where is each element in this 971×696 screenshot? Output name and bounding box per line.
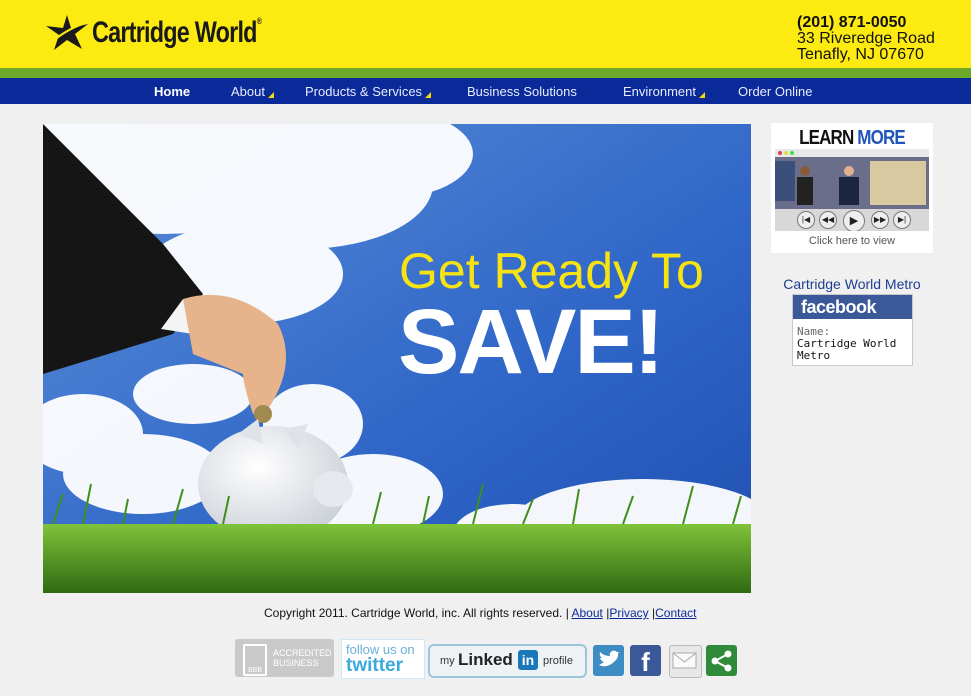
learn-more-caption[interactable]: Click here to view xyxy=(771,235,933,247)
play-icon[interactable]: ▶ xyxy=(843,210,865,231)
bbb-logo-icon: BBB xyxy=(243,644,267,676)
learn-more-title: LEARN MORE xyxy=(799,127,906,149)
bbb-accredited-badge[interactable]: BBB ACCREDITED BUSINESS xyxy=(235,639,334,677)
nav-item-home[interactable]: Home xyxy=(154,84,190,99)
fast-forward-icon[interactable]: ▶▶ xyxy=(871,211,889,229)
phone-number: (201) 871-0050 xyxy=(797,14,907,31)
footer-link-contact[interactable]: Contact xyxy=(655,606,696,620)
skip-forward-icon[interactable]: ▶| xyxy=(893,211,911,229)
facebook-name-line2: Metro xyxy=(797,349,831,362)
nav-item-business-solutions[interactable]: Business Solutions xyxy=(467,84,577,99)
address-line1: 33 Riveredge Road xyxy=(797,30,935,47)
address-line2: Tenafly, NJ 07670 xyxy=(797,46,924,63)
learn-more-widget[interactable]: LEARN MORE |◀ ◀◀ ▶ ▶▶ ▶| Click here to v… xyxy=(771,123,933,253)
star-logo-icon xyxy=(46,15,89,50)
footer-link-about[interactable]: About xyxy=(571,606,602,620)
site-header: Cartridge World® (201) 871-0050 33 River… xyxy=(0,0,971,68)
linkedin-logo-text: Linked xyxy=(458,650,513,669)
twitter-follow-badge[interactable]: follow us on twitter xyxy=(341,639,425,679)
footer-copyright: Copyright 2011. Cartridge World, inc. Al… xyxy=(264,606,696,620)
green-divider xyxy=(0,68,971,78)
linkedin-profile-text: profile xyxy=(543,655,573,667)
rewind-icon[interactable]: ◀◀ xyxy=(819,211,837,229)
copyright-text: Copyright 2011. Cartridge World, inc. Al… xyxy=(264,606,569,620)
main-nav: Home About Products & Services Business … xyxy=(0,78,971,104)
nav-item-environment[interactable]: Environment xyxy=(623,84,705,99)
twitter-bird-icon[interactable] xyxy=(593,645,624,676)
share-icon[interactable] xyxy=(706,645,737,676)
twitter-logo-text: twitter xyxy=(346,655,403,676)
hero-save-text: SAVE! xyxy=(398,291,664,393)
nav-item-order-online[interactable]: Order Online xyxy=(738,84,812,99)
dropdown-arrow-icon xyxy=(698,92,705,98)
grass xyxy=(43,524,751,593)
cartridge-world-logo[interactable]: Cartridge World® xyxy=(44,14,309,52)
facebook-icon[interactable]: f xyxy=(630,645,661,677)
bbb-text: ACCREDITED BUSINESS xyxy=(273,648,332,668)
dropdown-arrow-icon xyxy=(267,92,274,98)
linkedin-in-icon: in xyxy=(518,650,538,670)
hero-banner[interactable]: Get Ready To SAVE! xyxy=(43,124,751,593)
video-thumbnail[interactable]: |◀ ◀◀ ▶ ▶▶ ▶| xyxy=(775,149,929,231)
nav-item-about[interactable]: About xyxy=(231,84,274,99)
facebook-page-title[interactable]: Cartridge World Metro xyxy=(771,276,933,292)
contact-info: (201) 871-0050 33 Riveredge Road Tenafly… xyxy=(797,15,935,63)
dropdown-arrow-icon xyxy=(425,92,432,98)
facebook-badge[interactable]: facebook Name: Cartridge World Metro xyxy=(792,294,913,366)
nav-item-products-services[interactable]: Products & Services xyxy=(305,84,432,99)
linkedin-profile-badge[interactable]: my Linked in profile xyxy=(428,644,587,678)
facebook-logo: facebook xyxy=(793,295,912,319)
skip-back-icon[interactable]: |◀ xyxy=(797,211,815,229)
footer-link-privacy[interactable]: Privacy xyxy=(609,606,648,620)
linkedin-my-text: my xyxy=(440,655,455,667)
email-icon[interactable] xyxy=(669,645,702,678)
logo-text: Cartridge World® xyxy=(92,16,262,49)
